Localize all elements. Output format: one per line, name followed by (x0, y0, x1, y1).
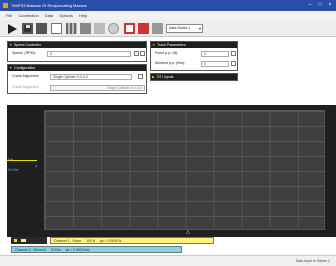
chart-icon[interactable] (66, 23, 77, 34)
channel-1-row[interactable]: Channel 1 - Force 100 N pk = 0.0000 N (50, 237, 214, 244)
trace-parameters-panel: ▼ Trace Parameters Force p-p: (N): 0 Mom… (150, 41, 238, 71)
channel-2-pp: pk = 0.0000 Nm (65, 248, 90, 252)
speed-checkbox[interactable] (140, 51, 145, 56)
maximize-icon[interactable]: □ (316, 2, 324, 9)
toolbar: Data Series 1 ▾ (0, 20, 336, 37)
crank-alignment-2-select: Single Cylinder 0-0-0-0 (50, 85, 145, 91)
menu-file[interactable]: File (6, 13, 12, 18)
stop-icon[interactable] (36, 23, 47, 34)
minimize-icon[interactable]: – (306, 2, 314, 9)
menu-options[interactable]: Options (59, 13, 73, 18)
crank-alignment-2-value: Single Cylinder 0-0-0-0 (107, 86, 142, 90)
panel-title: Configuration (14, 66, 36, 70)
channel-1-color-swatch (14, 239, 17, 242)
menu-help[interactable]: Help (79, 13, 87, 18)
dti-inputs-header[interactable]: ▶ DTI Inputs (151, 74, 237, 80)
time-marker-icon[interactable]: △ (186, 229, 190, 235)
speed-apply-button[interactable] (134, 51, 139, 56)
force-input[interactable]: 0 (201, 51, 229, 57)
moment-label: Moment p-p: (Nm): (155, 61, 186, 65)
new-doc-icon[interactable] (51, 23, 62, 34)
play-icon[interactable] (8, 24, 17, 34)
dti-inputs-panel: ▶ DTI Inputs (150, 73, 238, 81)
channel-1-scale: 100 N (86, 239, 96, 243)
plot-grid[interactable] (44, 110, 325, 230)
chevron-down-icon: ▾ (198, 26, 201, 31)
circle-icon[interactable] (108, 23, 119, 34)
channel-1-axis-label: 0 N (8, 158, 13, 162)
channel-2-name: Channel 2 - Moment (15, 248, 46, 252)
moment-input[interactable]: 0 (201, 61, 229, 67)
channel-1-swatch (11, 237, 47, 244)
window-controls: – □ × (306, 2, 334, 9)
speed-input[interactable]: 0 (47, 51, 131, 57)
channel-1-color-swatch (21, 239, 26, 242)
speed-controller-header[interactable]: ▼ Speed Controller (8, 42, 146, 48)
channel-2-scale: 10 Nm (50, 248, 61, 252)
channel-1-pp: pk = 0.0000 N (100, 239, 122, 243)
chart-icon[interactable] (94, 23, 105, 34)
menu-bar: File Connection Data Options Help (0, 11, 336, 20)
collapse-icon: ▼ (9, 43, 13, 47)
crank-alignment-select[interactable]: Single Cylinder 0-0-0-0 (50, 74, 132, 80)
channel-2-row[interactable]: Channel 2 - Moment 10 Nm pk = 0.0000 Nm (11, 246, 182, 253)
panel-title: Trace Parameters (157, 43, 186, 47)
force-label: Force p-p: (N): (155, 51, 179, 55)
speed-controller-panel: ▼ Speed Controller Speed: (RPM): 0 (7, 41, 147, 62)
crank-alignment-2-label: Crank Alignment: (12, 85, 40, 89)
app-icon (3, 3, 8, 8)
close-icon[interactable]: × (326, 2, 334, 9)
menu-data[interactable]: Data (45, 13, 53, 18)
status-bar: Data Input is Series 1 (0, 255, 336, 266)
crank-alignment-checkbox[interactable] (138, 74, 143, 79)
panel-title: Speed Controller (14, 43, 41, 47)
configuration-panel: ▼ Configuration Crank Alignment: Single … (7, 64, 147, 94)
delete-icon[interactable] (124, 23, 135, 34)
title-bar: TM/PS3 Balance Of Reciprocating Masses –… (0, 0, 336, 11)
save-icon[interactable] (22, 23, 33, 34)
trace-parameters-header[interactable]: ▼ Trace Parameters (151, 42, 237, 48)
trigger-marker-icon[interactable]: > (35, 163, 37, 168)
force-checkbox[interactable] (231, 51, 236, 56)
settings-icon[interactable] (152, 23, 163, 34)
dataset-select-value: Data Series 1 (169, 26, 191, 30)
moment-checkbox[interactable] (231, 61, 236, 66)
dataset-select[interactable]: Data Series 1 ▾ (166, 24, 203, 33)
chart-icon[interactable] (80, 23, 91, 34)
delete-icon[interactable] (138, 23, 149, 34)
speed-label: Speed: (RPM): (12, 51, 36, 55)
window-title: TM/PS3 Balance Of Reciprocating Masses (11, 3, 87, 8)
configuration-header[interactable]: ▼ Configuration (8, 65, 146, 71)
status-text: Data Input is Series 1 (295, 259, 330, 263)
collapse-icon: ▼ (9, 66, 13, 70)
crank-alignment-value: Single Cylinder 0-0-0-0 (53, 75, 88, 79)
menu-connection[interactable]: Connection (18, 13, 38, 18)
crank-alignment-label: Crank Alignment: (12, 74, 40, 78)
collapse-icon: ▼ (152, 43, 156, 47)
expand-icon: ▶ (152, 75, 155, 79)
channel-2-axis-label: 0.0 Nm (8, 168, 19, 172)
channel-1-name: Channel 1 - Force (54, 239, 82, 243)
panel-title: DTI Inputs (157, 75, 174, 79)
